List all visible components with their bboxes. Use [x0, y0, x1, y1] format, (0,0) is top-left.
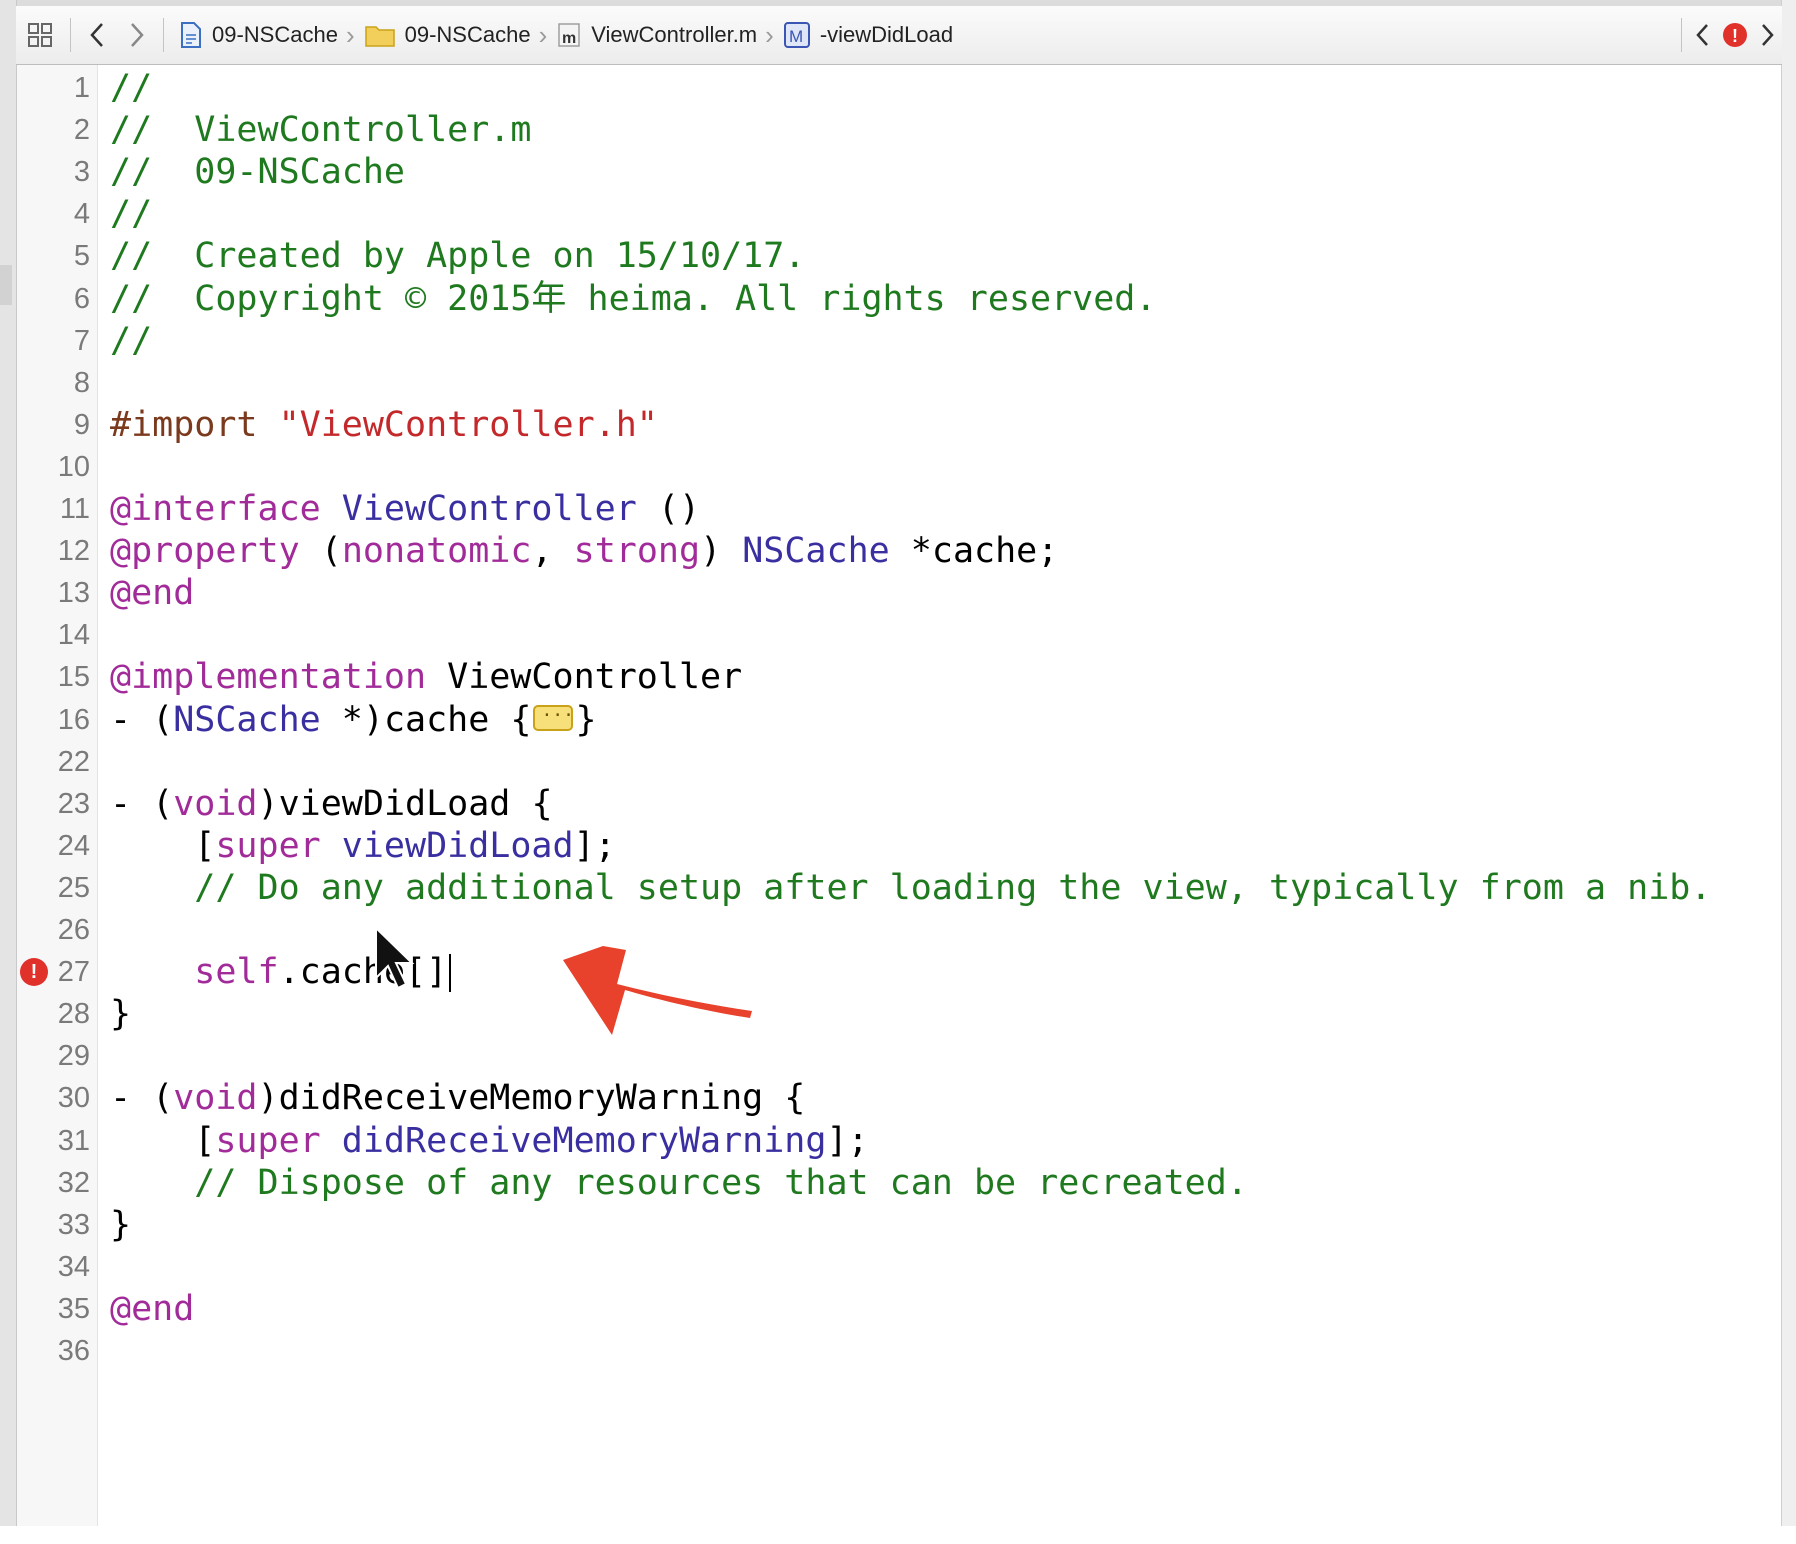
annotation-arrow-icon	[563, 946, 752, 1035]
mouse-pointer-icon	[375, 926, 415, 990]
